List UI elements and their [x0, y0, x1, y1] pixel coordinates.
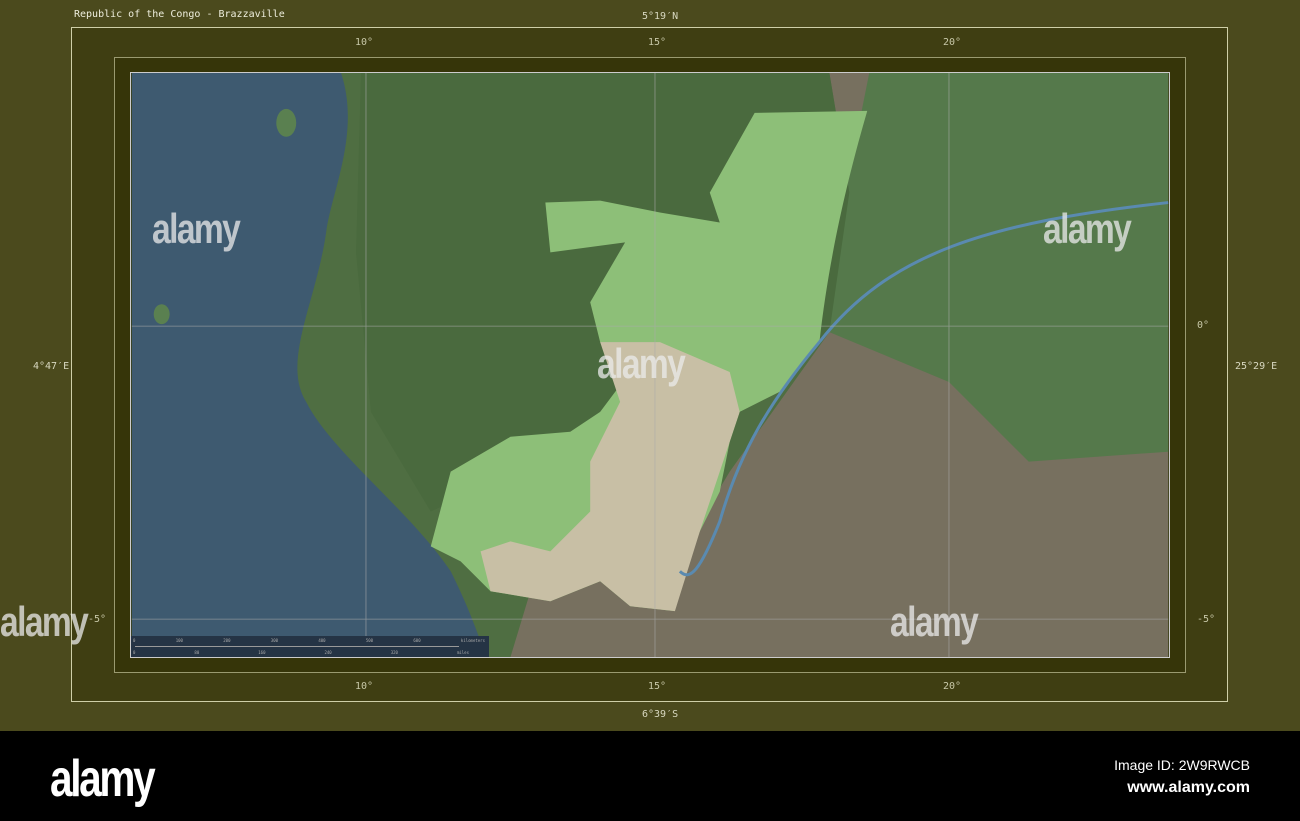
watermark: alamy	[0, 598, 89, 645]
image-id: Image ID: 2W9RWCB	[1114, 757, 1250, 773]
scale-km-unit: kilometers	[460, 638, 485, 643]
scale-mi-unit: miles	[456, 650, 469, 655]
scale-mi: 160	[258, 650, 266, 655]
scale-km: 100	[175, 638, 183, 643]
east-bound-label: 25°29′E	[1235, 361, 1278, 372]
map-title: Republic of the Congo - Brazzaville	[74, 9, 285, 20]
scale-km: 600	[413, 638, 421, 643]
watermark: alamy	[152, 205, 241, 252]
scale-mi: 320	[390, 650, 398, 655]
watermark: alamy	[890, 598, 979, 645]
scale-km: 300	[270, 638, 279, 643]
lon-tick-top: 10°	[355, 37, 374, 48]
island	[153, 304, 170, 325]
scale-mi: 240	[324, 650, 332, 655]
scale-bar: 0 100 200 300 400 500 600 kilometers 0 80 160 240 3…	[131, 636, 489, 657]
west-bound-label: 4°47′E	[33, 361, 70, 372]
lat-tick-left: -5°	[88, 614, 107, 625]
island	[276, 108, 297, 137]
scale-mi: 0	[133, 650, 136, 655]
lon-tick-bottom: 10°	[355, 681, 374, 692]
scale-km: 0	[133, 638, 136, 643]
watermark: alamy	[597, 340, 686, 387]
south-bound-label: 6°39′S	[642, 709, 679, 720]
north-bound-label: 5°19′N	[642, 11, 679, 22]
site-url[interactable]: www.alamy.com	[1127, 779, 1250, 797]
scale-mi: 80	[194, 650, 200, 655]
lon-tick-top: 20°	[943, 37, 962, 48]
footer-bar: alamy Image ID: 2W9RWCB www.alamy.com	[0, 731, 1300, 821]
scale-km: 400	[318, 638, 326, 643]
scale-km: 200	[223, 638, 231, 643]
lon-tick-bottom: 15°	[648, 681, 667, 692]
lat-tick-right: 0°	[1197, 320, 1210, 331]
lon-tick-top: 15°	[648, 37, 667, 48]
watermark: alamy	[1043, 205, 1132, 252]
lon-tick-bottom: 20°	[943, 681, 962, 692]
alamy-logo: alamy	[50, 750, 156, 808]
lat-tick-right: -5°	[1197, 614, 1216, 625]
scale-km: 500	[365, 638, 374, 643]
